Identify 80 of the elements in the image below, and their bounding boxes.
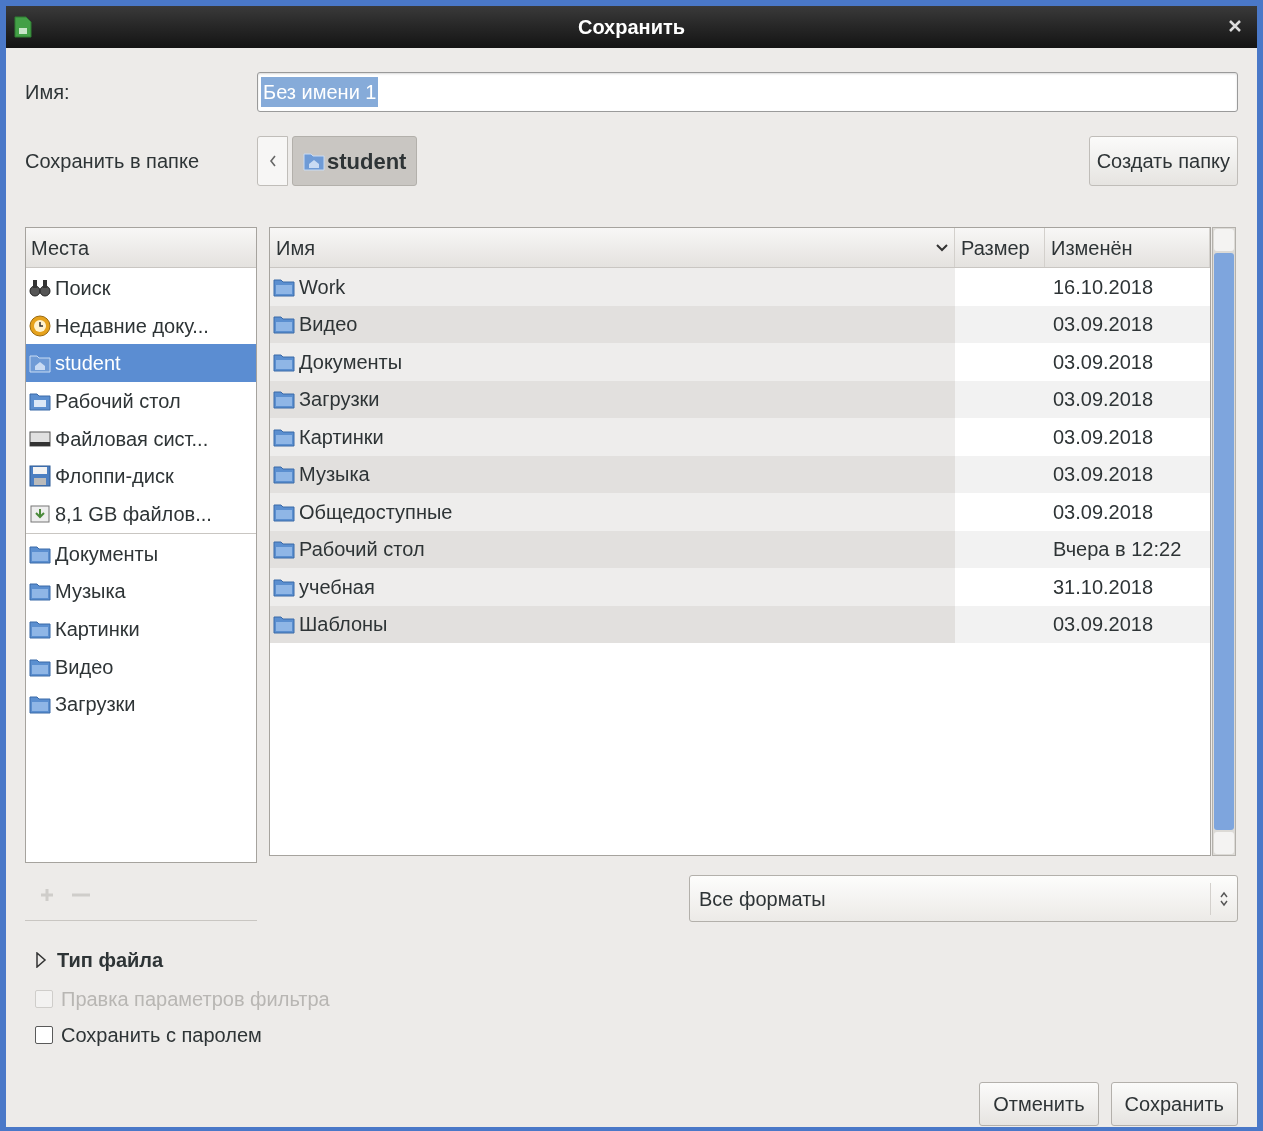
modified-date: 03.09.2018 (1053, 349, 1154, 375)
file-name: Музыка (299, 462, 370, 488)
checkbox[interactable] (35, 1026, 53, 1044)
file-type-expander[interactable]: Тип файла (35, 945, 164, 975)
places-item[interactable]: Флоппи-диск (26, 457, 256, 496)
folder-icon (29, 543, 51, 564)
folder-icon (273, 314, 295, 335)
hard-drive-icon (29, 429, 51, 448)
folder-icon (273, 464, 295, 485)
checkbox-label: Сохранить с паролем (61, 1023, 262, 1048)
window-title: Сохранить (577, 15, 686, 40)
close-icon (1228, 19, 1242, 33)
file-name: Картинки (299, 424, 384, 450)
document-app-icon (14, 16, 32, 38)
file-name: Шаблоны (299, 612, 388, 638)
places-item[interactable]: Музыка (26, 572, 256, 611)
folder-icon (273, 389, 295, 410)
create-folder-button[interactable]: Создать папку (1088, 136, 1238, 186)
modified-date: 03.09.2018 (1053, 612, 1154, 638)
folder-icon (273, 426, 295, 447)
folder-icon (273, 351, 295, 372)
clock-icon (29, 314, 51, 337)
folder-icon (273, 539, 295, 560)
binoculars-icon (29, 277, 51, 298)
folder-icon (273, 276, 295, 297)
places-item[interactable]: Картинки (26, 610, 256, 648)
places-item[interactable]: Видео (26, 647, 256, 686)
file-name: Рабочий стол (299, 537, 425, 563)
add-icon[interactable] (39, 886, 55, 903)
path-button[interactable]: student (292, 136, 418, 186)
spinner-arrows-icon (1219, 890, 1229, 907)
modified-date: 03.09.2018 (1053, 387, 1154, 413)
folder-icon (29, 694, 51, 715)
places-column-header[interactable]: Места (26, 228, 256, 268)
scrollbar[interactable] (1212, 227, 1236, 856)
close-button[interactable] (1227, 18, 1243, 34)
modified-date: 03.09.2018 (1053, 499, 1154, 525)
column-header[interactable]: Имя (270, 228, 955, 267)
home-folder-icon (29, 353, 51, 374)
folder-icon (29, 581, 51, 602)
folder-icon (273, 614, 295, 635)
file-name: Видео (299, 312, 358, 338)
file-name: Загрузки (299, 387, 380, 413)
chevron-left-icon (268, 155, 277, 167)
dialog-button[interactable]: Отменить (979, 1082, 1099, 1126)
places-item[interactable]: Рабочий стол (26, 382, 256, 420)
column-header[interactable]: Изменён (1045, 228, 1210, 267)
file-name: Work (299, 274, 346, 300)
places-item[interactable]: Документы (26, 534, 256, 573)
places-item[interactable]: Загрузки (26, 685, 256, 724)
drive-icon (29, 502, 51, 525)
places-item[interactable]: 8,1 GB файлов... (26, 495, 256, 533)
format-value: Все форматы (699, 886, 827, 912)
file-name: Документы (299, 349, 403, 375)
places-item[interactable]: Недавние доку... (26, 306, 256, 345)
places-item[interactable]: Поиск (26, 269, 256, 307)
modified-date: 03.09.2018 (1053, 424, 1154, 450)
modified-date: 03.09.2018 (1053, 312, 1154, 338)
folder-icon (273, 576, 295, 597)
folder-icon (29, 656, 51, 677)
file-name: учебная (299, 574, 375, 600)
dialog-button[interactable]: Сохранить (1110, 1082, 1238, 1126)
file-name-value: Без имени 1 (261, 77, 379, 107)
save-in-folder-label: Сохранить в папке (25, 149, 200, 174)
file-name: Общедоступные (299, 499, 453, 525)
name-label: Имя: (25, 80, 71, 105)
folder-icon (273, 501, 295, 522)
modified-date: 31.10.2018 (1053, 574, 1154, 600)
modified-date: 16.10.2018 (1053, 274, 1154, 300)
path-back-button[interactable] (257, 136, 288, 186)
folder-icon (29, 619, 51, 640)
desktop-folder-icon (29, 390, 51, 411)
modified-date: 03.09.2018 (1053, 462, 1154, 488)
format-dropdown[interactable]: Все форматы (689, 875, 1238, 922)
modified-date: Вчера в 12:22 (1053, 537, 1182, 563)
home-folder-icon (303, 151, 325, 171)
column-header[interactable]: Размер (955, 228, 1045, 267)
expander-triangle-icon (35, 952, 47, 968)
places-item[interactable]: Файловая сист... (26, 419, 256, 458)
remove-icon[interactable] (71, 891, 91, 898)
